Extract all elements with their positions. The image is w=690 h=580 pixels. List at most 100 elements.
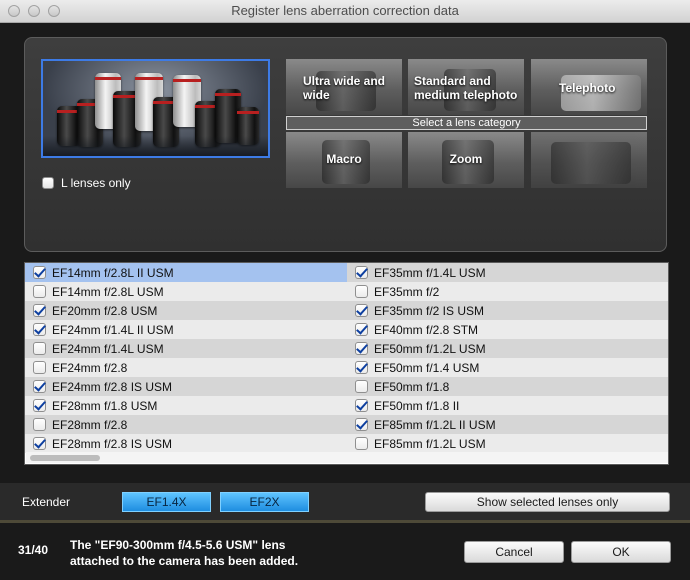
title-bar: Register lens aberration correction data: [0, 0, 690, 23]
category-telephoto-button[interactable]: Telephoto: [531, 59, 647, 115]
lens-list-item[interactable]: EF24mm f/1.4L USM: [25, 339, 347, 358]
lens-list-row: EF24mm f/2.8 IS USM EF50mm f/1.8: [25, 377, 668, 396]
category-ultra-wide-button[interactable]: Ultra wide and wide: [286, 59, 402, 115]
lens-list-item[interactable]: EF35mm f/2 IS USM: [347, 301, 668, 320]
lens-checkbox[interactable]: [355, 266, 368, 279]
lens-list-item[interactable]: EF28mm f/2.8: [25, 415, 347, 434]
category-extender-button[interactable]: [531, 132, 647, 188]
lens-checkbox[interactable]: [33, 266, 46, 279]
category-macro-label: Macro: [326, 152, 362, 166]
lens-checkbox[interactable]: [33, 380, 46, 393]
dialog-window: Register lens aberration correction data…: [0, 0, 690, 580]
lens-checkbox[interactable]: [33, 437, 46, 450]
lens-name: EF50mm f/1.4 USM: [374, 360, 480, 375]
lens-list-item[interactable]: EF28mm f/1.8 USM: [25, 396, 347, 415]
lens-checkbox[interactable]: [355, 285, 368, 298]
lens-name: EF24mm f/1.4L USM: [52, 341, 164, 356]
lens-name: EF24mm f/1.4L II USM: [52, 322, 174, 337]
lens-list-item[interactable]: EF20mm f/2.8 USM: [25, 301, 347, 320]
category-standard-button[interactable]: Standard and medium telephoto: [408, 59, 524, 115]
lens-name: EF28mm f/2.8: [52, 417, 128, 432]
lens-list-item[interactable]: EF85mm f/1.2L II USM: [347, 415, 668, 434]
cancel-button[interactable]: Cancel: [464, 541, 564, 563]
show-selected-lenses-button[interactable]: Show selected lenses only: [425, 492, 670, 512]
lens-list-item[interactable]: EF50mm f/1.2L USM: [347, 339, 668, 358]
lens-name: EF85mm f/1.2L USM: [374, 436, 486, 451]
lens-list[interactable]: EF14mm f/2.8L II USM EF35mm f/1.4L USM EF1…: [24, 262, 669, 465]
lens-list-row: EF20mm f/2.8 USM EF35mm f/2 IS USM: [25, 301, 668, 320]
lens-list-row: EF28mm f/2.8 IS USM EF85mm f/1.2L USM: [25, 434, 668, 453]
lens-list-row: EF24mm f/1.4L USM EF50mm f/1.2L USM: [25, 339, 668, 358]
ok-button[interactable]: OK: [571, 541, 671, 563]
lens-name: EF14mm f/2.8L II USM: [52, 265, 174, 280]
lens-checkbox[interactable]: [33, 304, 46, 317]
lens-list-item[interactable]: EF24mm f/2.8 IS USM: [25, 377, 347, 396]
lens-checkbox[interactable]: [355, 342, 368, 355]
lens-list-item[interactable]: EF28mm f/2.8 IS USM: [25, 434, 347, 453]
lens-name: EF50mm f/1.8 II: [374, 398, 460, 413]
lens-checkbox[interactable]: [33, 418, 46, 431]
lens-checkbox[interactable]: [33, 342, 46, 355]
all-lenses-image-button[interactable]: [41, 59, 270, 158]
lens-name: EF20mm f/2.8 USM: [52, 303, 158, 318]
lens-list-row: EF28mm f/2.8 EF85mm f/1.2L II USM: [25, 415, 668, 434]
select-category-label: Select a lens category: [286, 116, 647, 130]
category-ultra-wide-label: Ultra wide and wide: [303, 74, 386, 102]
lens-checkbox[interactable]: [355, 323, 368, 336]
category-zoom-label: Zoom: [449, 152, 483, 166]
lens-list-row: EF14mm f/2.8L II USM EF35mm f/1.4L USM: [25, 263, 668, 282]
category-zoom-button[interactable]: Zoom: [408, 132, 524, 188]
scrollbar-thumb[interactable]: [30, 455, 100, 461]
lens-list-item[interactable]: EF50mm f/1.8: [347, 377, 668, 396]
lens-list-item[interactable]: EF40mm f/2.8 STM: [347, 320, 668, 339]
lens-checkbox[interactable]: [33, 399, 46, 412]
lens-list-item[interactable]: EF50mm f/1.8 II: [347, 396, 668, 415]
lens-list-item[interactable]: EF14mm f/2.8L II USM: [25, 263, 347, 282]
lens-name: EF40mm f/2.8 STM: [374, 322, 479, 337]
lens-name: EF35mm f/1.4L USM: [374, 265, 486, 280]
window-title: Register lens aberration correction data: [231, 3, 459, 18]
horizontal-scrollbar[interactable]: [26, 452, 668, 463]
lens-name: EF35mm f/2: [374, 284, 440, 299]
lens-list-item[interactable]: EF50mm f/1.4 USM: [347, 358, 668, 377]
lens-list-item[interactable]: EF35mm f/1.4L USM: [347, 263, 668, 282]
lens-list-row: EF28mm f/1.8 USM EF50mm f/1.8 II: [25, 396, 668, 415]
status-message-line1: The "EF90-300mm f/4.5-5.6 USM" lens: [70, 538, 286, 552]
lens-checkbox[interactable]: [355, 399, 368, 412]
category-telephoto-label: Telephoto: [559, 81, 616, 95]
lens-name: EF14mm f/2.8L USM: [52, 284, 164, 299]
lens-list-row: EF24mm f/1.4L II USM EF40mm f/2.8 STM: [25, 320, 668, 339]
lens-name: EF24mm f/2.8: [52, 360, 128, 375]
lens-list-item[interactable]: EF85mm f/1.2L USM: [347, 434, 668, 453]
lens-list-item[interactable]: EF24mm f/2.8: [25, 358, 347, 377]
lens-checkbox[interactable]: [355, 437, 368, 450]
lens-list-item[interactable]: EF14mm f/2.8L USM: [25, 282, 347, 301]
lens-count: 31/40: [18, 543, 49, 557]
extender-label: Extender: [22, 495, 71, 509]
ef2x-button[interactable]: EF2X: [220, 492, 309, 512]
status-message: The "EF90-300mm f/4.5-5.6 USM" lens atta…: [70, 537, 390, 569]
lens-checkbox[interactable]: [33, 285, 46, 298]
lens-name: EF50mm f/1.8: [374, 379, 450, 394]
lens-checkbox[interactable]: [33, 323, 46, 336]
l-lenses-only-label: L lenses only: [61, 176, 131, 190]
category-macro-button[interactable]: Macro: [286, 132, 402, 188]
lens-checkbox[interactable]: [355, 361, 368, 374]
lens-name: EF35mm f/2 IS USM: [374, 303, 485, 318]
status-message-line2: attached to the camera has been added.: [70, 554, 299, 568]
lens-name: EF28mm f/2.8 IS USM: [52, 436, 173, 451]
l-lenses-only-box[interactable]: [42, 177, 54, 189]
lens-checkbox[interactable]: [355, 304, 368, 317]
lens-checkbox[interactable]: [33, 361, 46, 374]
lens-list-item[interactable]: EF35mm f/2: [347, 282, 668, 301]
l-lenses-only-checkbox[interactable]: L lenses only: [42, 175, 131, 191]
lens-name: EF24mm f/2.8 IS USM: [52, 379, 173, 394]
lens-checkbox[interactable]: [355, 380, 368, 393]
lens-list-item[interactable]: EF24mm f/1.4L II USM: [25, 320, 347, 339]
extender-bar: Extender EF1.4X EF2X Show selected lense…: [0, 483, 690, 523]
lens-category-panel: L lenses only Ultra wide and wide Standa…: [24, 37, 667, 252]
lens-checkbox[interactable]: [355, 418, 368, 431]
lens-list-row: EF14mm f/2.8L USM EF35mm f/2: [25, 282, 668, 301]
ef14x-button[interactable]: EF1.4X: [122, 492, 211, 512]
lens-list-row: EF24mm f/2.8 EF50mm f/1.4 USM: [25, 358, 668, 377]
